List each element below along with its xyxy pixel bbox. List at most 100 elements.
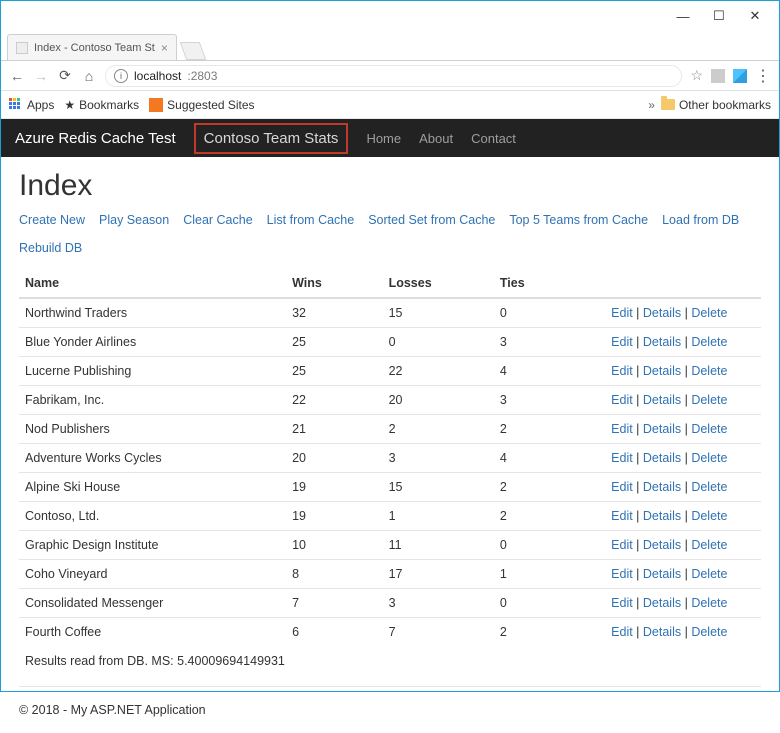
edit-link[interactable]: Edit	[611, 306, 633, 320]
edit-link[interactable]: Edit	[611, 625, 633, 639]
cell-losses: 0	[383, 328, 494, 357]
edit-link[interactable]: Edit	[611, 538, 633, 552]
new-tab-button[interactable]	[180, 42, 207, 60]
delete-link[interactable]: Delete	[691, 451, 727, 465]
navbar-link-about[interactable]: About	[419, 131, 453, 146]
browser-menu-icon[interactable]: ⋮	[755, 66, 771, 86]
edit-link[interactable]: Edit	[611, 509, 633, 523]
delete-link[interactable]: Delete	[691, 596, 727, 610]
nav-home-icon[interactable]: ⌂	[81, 68, 97, 84]
window-close-button[interactable]: ✕	[737, 4, 773, 28]
table-row: Alpine Ski House19152Edit | Details | De…	[19, 473, 761, 502]
site-info-icon[interactable]: i	[114, 69, 128, 83]
cell-ties: 0	[494, 589, 605, 618]
cell-losses: 7	[383, 618, 494, 647]
table-row: Blue Yonder Airlines2503Edit | Details |…	[19, 328, 761, 357]
delete-link[interactable]: Delete	[691, 335, 727, 349]
action-link[interactable]: Create New	[19, 213, 85, 227]
extension-icon[interactable]	[711, 69, 725, 83]
cell-wins: 32	[286, 298, 382, 328]
edit-link[interactable]: Edit	[611, 451, 633, 465]
edit-link[interactable]: Edit	[611, 422, 633, 436]
cell-actions: Edit | Details | Delete	[605, 328, 761, 357]
tab-close-icon[interactable]: ×	[161, 41, 168, 55]
cell-wins: 8	[286, 560, 382, 589]
window-maximize-button[interactable]: ☐	[701, 4, 737, 28]
star-icon: ★	[64, 98, 75, 112]
delete-link[interactable]: Delete	[691, 422, 727, 436]
details-link[interactable]: Details	[643, 567, 681, 581]
navbar-link-home[interactable]: Home	[366, 131, 401, 146]
delete-link[interactable]: Delete	[691, 364, 727, 378]
details-link[interactable]: Details	[643, 538, 681, 552]
action-link[interactable]: Load from DB	[662, 213, 739, 227]
url-host: localhost	[134, 69, 181, 83]
nav-reload-icon[interactable]: ⟳	[57, 68, 73, 84]
details-link[interactable]: Details	[643, 509, 681, 523]
browser-tab[interactable]: Index - Contoso Team St ×	[7, 34, 177, 60]
cell-ties: 0	[494, 531, 605, 560]
bookmark-other[interactable]: Other bookmarks	[661, 98, 771, 112]
url-port: :2803	[187, 69, 217, 83]
table-row: Lucerne Publishing25224Edit | Details | …	[19, 357, 761, 386]
edit-link[interactable]: Edit	[611, 480, 633, 494]
edit-link[interactable]: Edit	[611, 567, 633, 581]
edit-link[interactable]: Edit	[611, 393, 633, 407]
edit-link[interactable]: Edit	[611, 596, 633, 610]
nav-forward-icon[interactable]: →	[33, 68, 49, 84]
bookmark-apps[interactable]: Apps	[9, 98, 54, 112]
navbar-highlight[interactable]: Contoso Team Stats	[194, 123, 349, 154]
edit-link[interactable]: Edit	[611, 364, 633, 378]
details-link[interactable]: Details	[643, 306, 681, 320]
url-input[interactable]: i localhost :2803	[105, 65, 682, 87]
cell-name: Lucerne Publishing	[19, 357, 286, 386]
navbar-link-contact[interactable]: Contact	[471, 131, 516, 146]
details-link[interactable]: Details	[643, 364, 681, 378]
navbar-brand[interactable]: Azure Redis Cache Test	[15, 130, 176, 147]
cell-wins: 19	[286, 502, 382, 531]
details-link[interactable]: Details	[643, 625, 681, 639]
cell-losses: 1	[383, 502, 494, 531]
details-link[interactable]: Details	[643, 422, 681, 436]
cell-ties: 2	[494, 502, 605, 531]
window-minimize-button[interactable]: —	[665, 4, 701, 28]
delete-link[interactable]: Delete	[691, 625, 727, 639]
windows-flag-icon[interactable]	[733, 69, 747, 83]
app-navbar: Azure Redis Cache Test Contoso Team Stat…	[1, 119, 779, 157]
edit-link[interactable]: Edit	[611, 335, 633, 349]
action-link[interactable]: Clear Cache	[183, 213, 252, 227]
table-row: Nod Publishers2122Edit | Details | Delet…	[19, 415, 761, 444]
action-link[interactable]: Play Season	[99, 213, 169, 227]
cell-actions: Edit | Details | Delete	[605, 357, 761, 386]
delete-link[interactable]: Delete	[691, 538, 727, 552]
cell-ties: 2	[494, 415, 605, 444]
bookmarks-bar: Apps ★ Bookmarks Suggested Sites » Other…	[1, 91, 779, 119]
nav-back-icon[interactable]: ←	[9, 68, 25, 84]
bookmark-bookmarks[interactable]: ★ Bookmarks	[64, 98, 139, 112]
action-link[interactable]: Top 5 Teams from Cache	[509, 213, 648, 227]
cell-actions: Edit | Details | Delete	[605, 444, 761, 473]
details-link[interactable]: Details	[643, 480, 681, 494]
action-link[interactable]: Sorted Set from Cache	[368, 213, 495, 227]
details-link[interactable]: Details	[643, 596, 681, 610]
table-row: Fourth Coffee672Edit | Details | Delete	[19, 618, 761, 647]
bookmark-star-icon[interactable]: ☆	[690, 67, 703, 84]
delete-link[interactable]: Delete	[691, 393, 727, 407]
cell-ties: 4	[494, 357, 605, 386]
details-link[interactable]: Details	[643, 335, 681, 349]
cell-wins: 6	[286, 618, 382, 647]
cell-name: Blue Yonder Airlines	[19, 328, 286, 357]
details-link[interactable]: Details	[643, 393, 681, 407]
delete-link[interactable]: Delete	[691, 306, 727, 320]
action-link[interactable]: List from Cache	[267, 213, 355, 227]
delete-link[interactable]: Delete	[691, 567, 727, 581]
cell-wins: 22	[286, 386, 382, 415]
delete-link[interactable]: Delete	[691, 509, 727, 523]
delete-link[interactable]: Delete	[691, 480, 727, 494]
details-link[interactable]: Details	[643, 451, 681, 465]
bookmark-suggested-sites[interactable]: Suggested Sites	[149, 98, 254, 112]
cell-losses: 11	[383, 531, 494, 560]
action-link[interactable]: Rebuild DB	[19, 241, 82, 255]
page-content: Index Create NewPlay SeasonClear CacheLi…	[1, 157, 779, 686]
bookmarks-overflow-icon[interactable]: »	[648, 98, 655, 112]
